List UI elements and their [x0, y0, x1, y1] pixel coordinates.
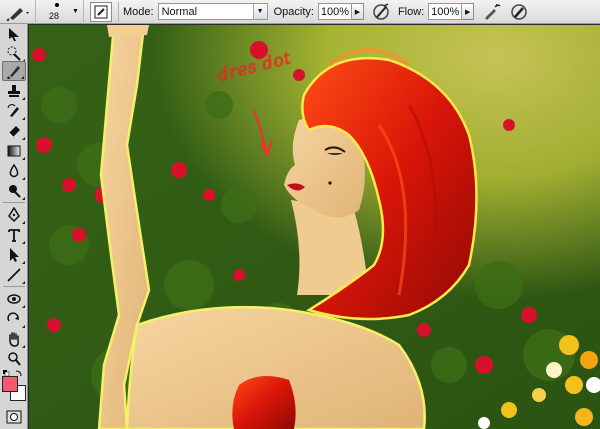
zoom-tool[interactable] — [2, 349, 26, 369]
3d-orbit-icon — [7, 312, 19, 322]
dodge-tool[interactable] — [2, 181, 26, 201]
brush-icon — [7, 66, 20, 79]
tools-panel — [0, 24, 28, 429]
flow-label: Flow: — [397, 5, 425, 18]
blur-tool[interactable] — [2, 161, 26, 181]
zoom-icon — [8, 352, 21, 366]
flyout-indicator — [22, 261, 25, 264]
line-icon — [7, 268, 21, 282]
gradient-tool[interactable] — [2, 141, 26, 161]
mode-select[interactable]: Normal ▼ — [157, 3, 268, 20]
pen-icon — [8, 207, 20, 223]
hand-icon — [9, 332, 19, 347]
tool-divider — [3, 286, 25, 287]
flyout-indicator — [22, 137, 25, 140]
opacity-field[interactable]: 100% — [317, 3, 352, 20]
path-selection-tool[interactable] — [2, 245, 26, 265]
opacity-slider-button[interactable]: ▶ — [351, 3, 364, 20]
dodge-icon — [9, 185, 21, 198]
brush-preset-picker[interactable]: 28 ▼ — [36, 0, 84, 24]
brush-icon — [6, 7, 29, 21]
document-canvas[interactable]: dres dot — [29, 25, 600, 429]
move-tool[interactable] — [2, 24, 26, 44]
history-brush-tool[interactable] — [2, 101, 26, 121]
tool-divider — [3, 202, 25, 203]
flyout-indicator — [22, 281, 25, 284]
flyout-indicator — [22, 305, 25, 308]
flyout-indicator — [22, 157, 25, 160]
3d-rotate-tool[interactable] — [2, 289, 26, 309]
pressure-size-icon — [511, 3, 527, 20]
tool-preset-picker[interactable] — [0, 0, 36, 24]
flow-field[interactable]: 100% — [428, 3, 463, 20]
divider — [118, 1, 119, 22]
toggle-brush-panel-button[interactable] — [90, 1, 112, 22]
flyout-indicator — [22, 241, 25, 244]
brush-size-value: 28 — [49, 10, 60, 21]
eraser-tool[interactable] — [2, 121, 26, 141]
opacity-label: Opacity: — [273, 5, 314, 18]
photo-image — [29, 25, 600, 429]
flyout-indicator — [22, 345, 25, 348]
type-tool[interactable] — [2, 225, 26, 245]
chevron-down-icon: ▼ — [252, 4, 267, 19]
move-icon — [9, 28, 19, 41]
history-brush-icon — [7, 104, 19, 117]
hand-tool[interactable] — [2, 329, 26, 349]
brush-tool[interactable] — [2, 61, 26, 81]
path-selection-icon — [10, 248, 19, 262]
gradient-icon — [7, 145, 21, 157]
flyout-indicator — [22, 117, 25, 120]
3d-rotate-icon — [7, 294, 21, 304]
mode-value: Normal — [161, 5, 198, 18]
pen-tool[interactable] — [2, 205, 26, 225]
flyout-indicator — [22, 197, 25, 200]
clone-stamp-icon — [8, 85, 20, 97]
airbrush-button[interactable] — [480, 1, 502, 23]
type-icon — [8, 229, 20, 242]
pressure-size-button[interactable] — [508, 1, 530, 23]
brush-tip-preview — [55, 2, 59, 7]
flyout-indicator — [22, 97, 25, 100]
eraser-icon — [8, 126, 20, 138]
clone-stamp-tool[interactable] — [2, 81, 26, 101]
flyout-indicator — [22, 325, 25, 328]
flyout-indicator — [21, 76, 24, 79]
quick-mask-icon — [6, 410, 22, 424]
3d-orbit-tool[interactable] — [2, 309, 26, 329]
pressure-opacity-button[interactable] — [370, 1, 392, 23]
options-bar: 28 ▼ Mode: Normal ▼ Opacity: 100% ▶ Flow… — [0, 0, 600, 24]
quick-selection-tool[interactable] — [2, 43, 26, 63]
foreground-color-swatch[interactable] — [2, 376, 18, 392]
flow-slider-button[interactable]: ▶ — [462, 3, 475, 20]
mode-label: Mode: — [123, 5, 154, 18]
brush-panel-icon — [94, 5, 108, 18]
quick-selection-icon — [7, 46, 21, 61]
pressure-icon — [373, 2, 389, 20]
flyout-indicator — [22, 221, 25, 224]
line-tool[interactable] — [2, 265, 26, 285]
blur-icon — [9, 163, 19, 178]
chevron-down-icon: ▼ — [72, 7, 79, 15]
airbrush-icon — [485, 3, 501, 20]
flyout-indicator — [22, 177, 25, 180]
quick-mask-button[interactable] — [2, 407, 26, 427]
